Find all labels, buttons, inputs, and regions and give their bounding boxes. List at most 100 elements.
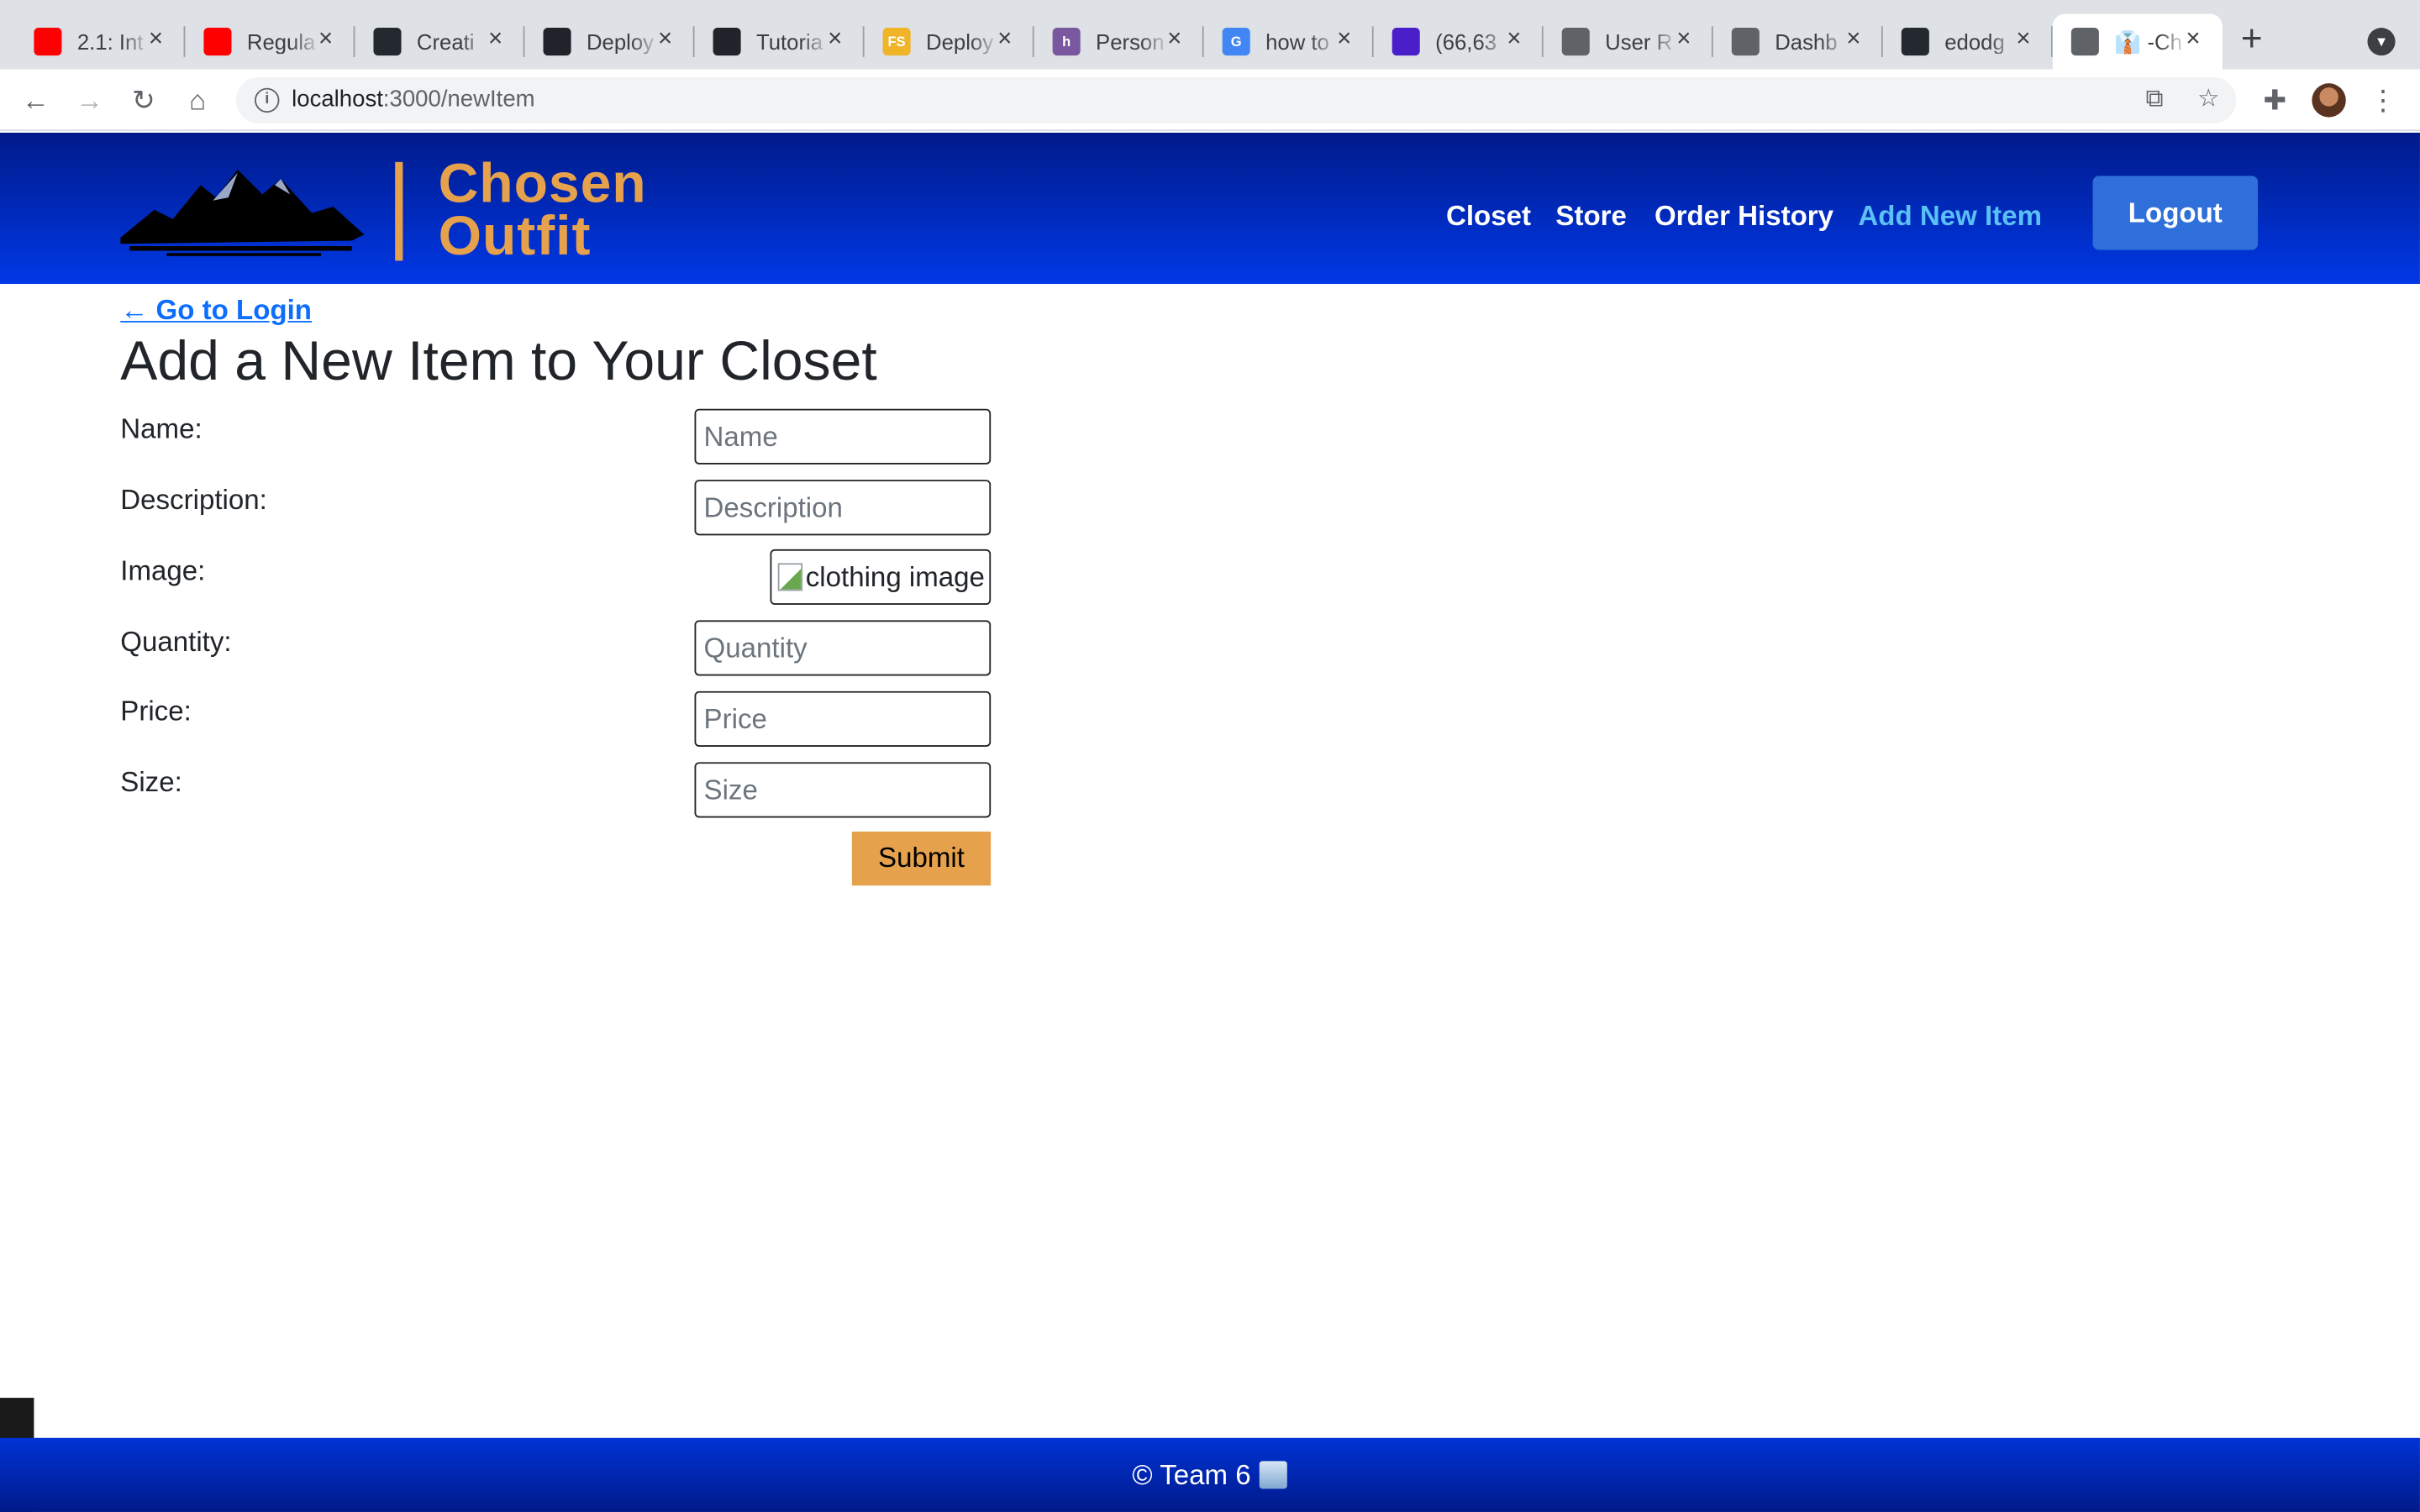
close-tab-icon[interactable]: × xyxy=(1500,26,1528,54)
browser-tab[interactable]: Regula × xyxy=(185,14,355,70)
nav-store[interactable]: Store xyxy=(1555,201,1627,234)
new-tab-button[interactable]: + xyxy=(2233,21,2270,59)
close-tab-icon[interactable]: × xyxy=(481,26,509,54)
price-input[interactable] xyxy=(694,690,992,747)
tab-title: Person xyxy=(1096,29,1165,55)
tab-title: Dashb xyxy=(1775,29,1838,55)
tab-title: Tutoria xyxy=(755,29,823,55)
name-label: Name: xyxy=(120,413,203,444)
footer-text: © Team 6 xyxy=(1132,1458,1251,1490)
nav-closet[interactable]: Closet xyxy=(1446,201,1531,234)
image-label: Image: xyxy=(120,555,206,586)
address-bar[interactable]: i localhost:3000/newItem ⧉ ☆ xyxy=(236,76,2237,123)
extensions-puzzle-icon[interactable]: ✚ xyxy=(2260,85,2291,116)
url-text[interactable]: localhost:3000/newItem xyxy=(292,87,534,113)
close-tab-icon[interactable]: × xyxy=(2009,26,2037,54)
size-label: Size: xyxy=(120,766,182,798)
profile-avatar[interactable] xyxy=(2312,83,2346,118)
close-tab-icon[interactable]: × xyxy=(2179,26,2207,54)
logout-button[interactable]: Logout xyxy=(2092,176,2259,250)
shirt-emoji-icon xyxy=(1260,1461,1288,1489)
browser-tab[interactable]: edodg × xyxy=(1883,14,2053,70)
reload-icon[interactable]: ↻ xyxy=(128,85,159,116)
go-to-login-link[interactable]: ← Go to Login xyxy=(120,295,312,328)
tab-title: User R xyxy=(1605,29,1673,55)
browser-toolbar: ← → ↻ ⌂ i localhost:3000/newItem ⧉ ☆ ✚ ⋮ xyxy=(0,69,2420,132)
site-info-icon[interactable]: i xyxy=(255,87,280,113)
bookmark-star-icon[interactable]: ☆ xyxy=(2195,87,2223,114)
tab-title: 2.1: Int xyxy=(76,29,144,55)
close-tab-icon[interactable]: × xyxy=(1160,26,1188,54)
submit-button[interactable]: Submit xyxy=(851,831,992,886)
forward-arrow-icon[interactable]: → xyxy=(74,85,105,116)
size-input[interactable] xyxy=(694,762,992,818)
close-tab-icon[interactable]: × xyxy=(991,26,1018,54)
browser-tab[interactable]: 👔 -Ch × xyxy=(2052,13,2223,70)
github-icon xyxy=(1901,28,1929,56)
close-tab-icon[interactable]: × xyxy=(821,26,849,54)
globe-icon xyxy=(2070,28,2099,56)
youtube-icon xyxy=(203,28,232,56)
react-icon xyxy=(713,28,741,56)
brand-line-1: Chosen xyxy=(438,150,647,215)
image-alt-text: clothing image xyxy=(805,560,985,592)
quantity-input[interactable] xyxy=(694,620,992,676)
tab-title: how to xyxy=(1265,29,1329,55)
close-tab-icon[interactable]: × xyxy=(1670,26,1697,54)
globe-icon xyxy=(1561,28,1590,56)
browser-tab[interactable]: User R × xyxy=(1544,14,1713,70)
quantity-label: Quantity: xyxy=(120,626,232,658)
globe-icon xyxy=(1731,28,1760,56)
browser-tab[interactable]: FS Deploy × xyxy=(865,14,1034,70)
google-icon: G xyxy=(1222,28,1250,56)
open-in-icon[interactable]: ⧉ xyxy=(2141,87,2169,114)
github-icon xyxy=(373,28,402,56)
fs-icon: FS xyxy=(882,28,911,56)
nav-order-history[interactable]: Order History xyxy=(1655,201,1833,234)
close-tab-icon[interactable]: × xyxy=(651,26,679,54)
browser-tab[interactable]: h Person × xyxy=(1034,14,1204,70)
url-host: localhost xyxy=(292,86,383,113)
browser-tab[interactable]: Ghow to × xyxy=(1204,14,1374,70)
browser-tab[interactable]: Tutoria × xyxy=(695,14,865,70)
youtube-icon xyxy=(34,28,62,56)
browser-tab[interactable]: 2.1: Int × xyxy=(15,14,186,70)
tab-title: Deploy xyxy=(586,29,655,55)
nav-add-new-item[interactable]: Add New Item xyxy=(1858,201,2042,234)
broken-image-icon xyxy=(777,563,803,591)
description-input[interactable] xyxy=(694,480,992,536)
page-title: Add a New Item to Your Closet xyxy=(120,328,877,392)
browser-menu-icon[interactable]: ⋮ xyxy=(2367,85,2398,116)
browser-tab[interactable]: Dashb × xyxy=(1713,14,1883,70)
browser-tab[interactable]: (66,63 × xyxy=(1374,14,1544,70)
browser-tab[interactable]: Creati × xyxy=(355,14,525,70)
price-label: Price: xyxy=(120,696,192,727)
close-tab-icon[interactable]: × xyxy=(142,26,170,54)
close-tab-icon[interactable]: × xyxy=(1839,26,1867,54)
tab-title: Regula xyxy=(246,29,316,55)
mountain-logo-icon[interactable] xyxy=(120,164,365,256)
close-tab-icon[interactable]: × xyxy=(1330,26,1358,54)
tab-title: Creati xyxy=(416,29,475,55)
home-icon[interactable]: ⌂ xyxy=(182,85,213,116)
browser-window: 2.1: Int × Regula × Creati × Deploy × Tutoria × FS… xyxy=(0,0,2420,1512)
close-tab-icon[interactable]: × xyxy=(312,26,339,54)
description-label: Description: xyxy=(120,484,267,516)
tab-title: edodg xyxy=(1944,29,2005,55)
back-arrow-icon[interactable]: ← xyxy=(20,85,51,116)
tab-search-icon[interactable]: ▼ xyxy=(2367,28,2396,56)
footer: © Team 6 xyxy=(0,1437,2420,1512)
browser-tab[interactable]: Deploy × xyxy=(524,14,695,70)
brand-line-2: Outfit xyxy=(438,203,592,267)
brand-logo[interactable]: Chosen Outfit xyxy=(438,150,686,267)
tab-title: 👔 -Ch xyxy=(2114,28,2182,54)
url-path: :3000/newItem xyxy=(382,86,535,113)
heroku-icon: h xyxy=(1052,28,1081,56)
logo-divider xyxy=(395,161,403,261)
image-input[interactable]: clothing image xyxy=(770,549,992,605)
app-header: Chosen Outfit Closet Store Order History… xyxy=(0,132,2420,284)
tab-title: (66,63 xyxy=(1435,29,1497,55)
name-input[interactable] xyxy=(694,408,992,465)
tab-strip: 2.1: Int × Regula × Creati × Deploy × Tutoria × FS… xyxy=(0,0,2420,70)
react-icon xyxy=(543,28,571,56)
